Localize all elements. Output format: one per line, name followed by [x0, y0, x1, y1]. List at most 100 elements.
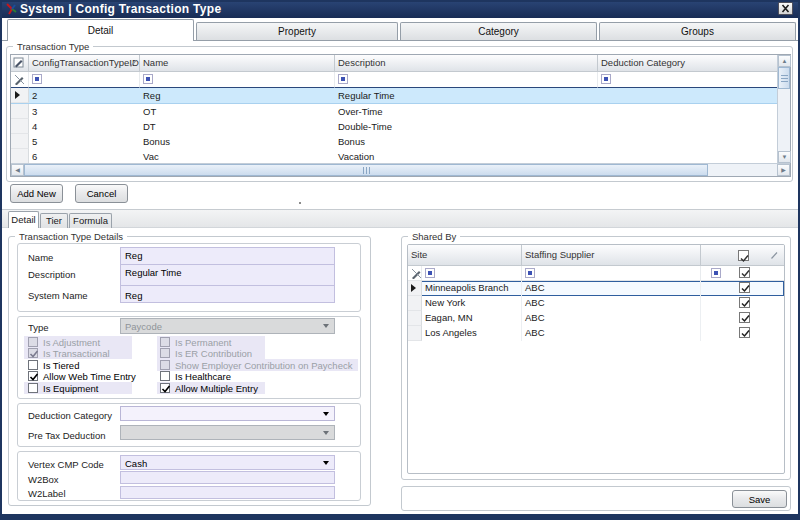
- cell-deduction[interactable]: [598, 88, 777, 103]
- cell-description[interactable]: Regular Time: [335, 88, 598, 103]
- close-button[interactable]: [778, 2, 793, 15]
- save-button[interactable]: Save: [732, 490, 787, 508]
- column-header-site[interactable]: Site: [408, 245, 522, 266]
- vertex-dropdown[interactable]: Cash: [120, 455, 335, 470]
- cell-description[interactable]: Over-Time: [335, 104, 598, 119]
- cell-supplier[interactable]: ABC: [522, 296, 701, 311]
- column-header-shared-checkbox[interactable]: [701, 245, 784, 266]
- cancel-button[interactable]: Cancel: [75, 184, 128, 203]
- description-field[interactable]: Regular Time: [120, 264, 335, 286]
- filter-cell-checkbox[interactable]: [701, 266, 784, 280]
- checkbox-allow-multiple-entry[interactable]: [160, 383, 170, 393]
- cell-name[interactable]: Reg: [140, 88, 335, 103]
- table-row[interactable]: 3 OT Over-Time: [11, 104, 777, 119]
- filter-cell-site[interactable]: [422, 266, 522, 280]
- cell-name[interactable]: Vac: [140, 149, 335, 164]
- horizontal-scroll-thumb[interactable]: [24, 164, 708, 176]
- name-field[interactable]: Reg: [120, 247, 335, 265]
- w2label-field[interactable]: [120, 486, 335, 499]
- vertical-scroll-thumb[interactable]: [778, 67, 790, 89]
- row-checkbox[interactable]: [739, 297, 750, 308]
- filter-cell-name[interactable]: [140, 72, 335, 88]
- table-row[interactable]: 4 DT Double-Time: [11, 119, 777, 134]
- filter-icon[interactable]: [711, 268, 721, 278]
- table-row[interactable]: 2 Reg Regular Time: [11, 88, 777, 104]
- subtab-detail[interactable]: Detail: [8, 211, 39, 228]
- checkbox-is-tiered[interactable]: [28, 360, 38, 370]
- filter-cell-description[interactable]: [335, 72, 598, 88]
- cell-supplier[interactable]: ABC: [522, 326, 701, 341]
- cell-description[interactable]: Bonus: [335, 134, 598, 149]
- cell-shared[interactable]: [701, 281, 784, 296]
- cell-id[interactable]: 2: [29, 88, 140, 103]
- column-header-deduction-category[interactable]: Deduction Category: [598, 55, 777, 72]
- filter-checkbox[interactable]: [739, 267, 750, 278]
- cell-supplier[interactable]: ABC: [522, 281, 701, 296]
- filter-icon[interactable]: [525, 268, 535, 278]
- filter-edit-cell[interactable]: [11, 72, 29, 88]
- column-header-name[interactable]: Name: [140, 55, 335, 72]
- header-checkbox[interactable]: [738, 250, 749, 261]
- column-header-description[interactable]: Description: [335, 55, 598, 72]
- cell-shared[interactable]: [701, 311, 784, 326]
- column-header-id[interactable]: ConfigTransactionTypeID: [29, 55, 140, 72]
- subtab-formula[interactable]: Formula: [69, 213, 112, 228]
- column-header-staffing-supplier[interactable]: Staffing Supplier: [522, 245, 701, 266]
- tab-groups[interactable]: Groups: [599, 22, 796, 40]
- cell-id[interactable]: 5: [29, 134, 140, 149]
- cell-deduction[interactable]: [598, 119, 777, 134]
- table-row[interactable]: 6 Vac Vacation: [11, 149, 777, 164]
- row-checkbox[interactable]: [739, 312, 750, 323]
- cell-deduction[interactable]: [598, 104, 777, 119]
- cell-site[interactable]: Minneapolis Branch: [422, 281, 522, 296]
- cell-description[interactable]: Double-Time: [335, 119, 598, 134]
- cell-site[interactable]: Eagan, MN: [422, 311, 522, 326]
- filter-icon[interactable]: [425, 268, 435, 278]
- filter-icon[interactable]: [32, 74, 42, 84]
- shared-row[interactable]: Los Angeles ABC: [408, 326, 784, 341]
- scroll-right-button[interactable]: ▶: [777, 164, 790, 176]
- scroll-down-button[interactable]: ▼: [778, 151, 791, 163]
- cell-id[interactable]: 3: [29, 104, 140, 119]
- vertical-scrollbar[interactable]: ▲ ▼: [777, 55, 790, 163]
- cell-site[interactable]: New York: [422, 296, 522, 311]
- deduction-category-dropdown[interactable]: [120, 406, 335, 421]
- cell-id[interactable]: 6: [29, 149, 140, 164]
- row-checkbox[interactable]: [739, 327, 750, 338]
- cell-name[interactable]: Bonus: [140, 134, 335, 149]
- system-name-field[interactable]: Reg: [120, 285, 335, 303]
- horizontal-scrollbar[interactable]: ◀ ▶: [11, 163, 790, 176]
- tab-detail[interactable]: Detail: [7, 19, 194, 41]
- cell-site[interactable]: Los Angeles: [422, 326, 522, 341]
- checkbox-is-healthcare[interactable]: [160, 371, 170, 381]
- w2box-field[interactable]: [120, 471, 335, 484]
- cell-id[interactable]: 4: [29, 119, 140, 134]
- filter-icon[interactable]: [143, 74, 153, 84]
- filter-cell-id[interactable]: [29, 72, 140, 88]
- tab-category[interactable]: Category: [400, 22, 597, 40]
- shared-row[interactable]: Minneapolis Branch ABC: [408, 281, 784, 296]
- filter-icon[interactable]: [338, 74, 348, 84]
- tab-property[interactable]: Property: [196, 22, 398, 40]
- filter-icon[interactable]: [601, 74, 611, 84]
- filter-cell-supplier[interactable]: [522, 266, 701, 280]
- cell-supplier[interactable]: ABC: [522, 311, 701, 326]
- cell-name[interactable]: OT: [140, 104, 335, 119]
- checkbox-is-equipment[interactable]: [28, 383, 38, 393]
- subtab-tier[interactable]: Tier: [40, 213, 68, 228]
- add-new-button[interactable]: Add New: [10, 184, 63, 203]
- shared-row[interactable]: New York ABC: [408, 296, 784, 311]
- grid-corner-cell[interactable]: [11, 55, 29, 72]
- cell-description[interactable]: Vacation: [335, 149, 598, 164]
- cell-shared[interactable]: [701, 326, 784, 341]
- cell-shared[interactable]: [701, 296, 784, 311]
- scroll-up-button[interactable]: ▲: [778, 55, 791, 67]
- table-row[interactable]: 5 Bonus Bonus: [11, 134, 777, 149]
- cell-deduction[interactable]: [598, 149, 777, 164]
- filter-edit-cell[interactable]: [408, 266, 422, 280]
- cell-name[interactable]: DT: [140, 119, 335, 134]
- shared-row[interactable]: Eagan, MN ABC: [408, 311, 784, 326]
- checkbox-allow-web-time-entry[interactable]: [28, 371, 38, 381]
- cell-deduction[interactable]: [598, 134, 777, 149]
- scroll-left-button[interactable]: ◀: [11, 164, 24, 176]
